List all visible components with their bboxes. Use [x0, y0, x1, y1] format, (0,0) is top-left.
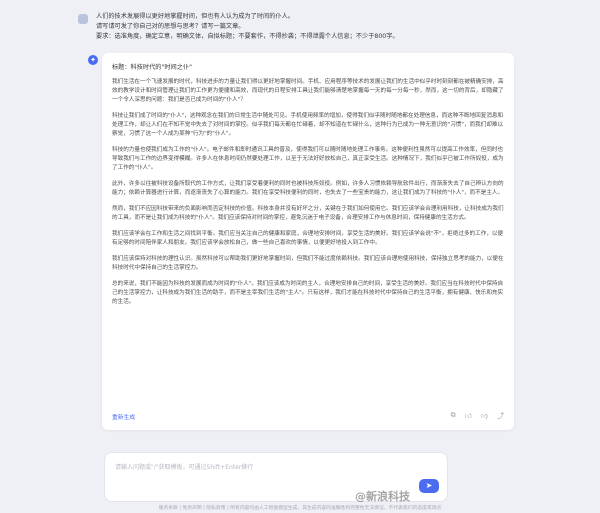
- thumbs-down-icon[interactable]: 👎︎: [481, 411, 488, 421]
- user-message-line: 要求：选准角度，确定立意，明确文体，自拟标题；不要套作，不得抄袭；不得泄露个人信…: [96, 33, 399, 40]
- footer-disclaimer: 服务条款 | 免责声明 | 隐私政策 | 所有内容均由人工智能模型生成，其生成内…: [158, 506, 442, 511]
- answer-actions: ⧉ 👍︎ 👎︎ ⤴: [451, 411, 504, 421]
- answer-paragraph: 我们应该学会在工作和生活之间找到平衡。我们应当关注自己的健康和家庭，合理地安排时…: [112, 231, 504, 246]
- send-button[interactable]: ➤: [419, 479, 439, 493]
- share-icon[interactable]: ⤴: [497, 411, 504, 421]
- answer-title: 标题：科技时代的"时间之仆": [112, 64, 192, 71]
- user-message-line: 人们的技术发展得以更好地掌握时间，但也有人认为成为了时间的仆人。: [96, 13, 294, 20]
- chat-input-placeholder: 请输入问题或"/"获取模板，可通过Shift+Enter换行: [115, 464, 254, 471]
- answer-card: 标题：科技时代的"时间之仆" 我们生活在一个飞速发展的时代，科技进步的力量让我们…: [102, 53, 514, 430]
- answer-body: 标题：科技时代的"时间之仆" 我们生活在一个飞速发展的时代，科技进步的力量让我们…: [112, 63, 504, 314]
- user-message-line: 请写请可发了你自己对的思想与思考？请写一篇文章。: [96, 23, 245, 30]
- watermark: @新浪科技: [355, 490, 410, 503]
- copy-icon[interactable]: ⧉: [451, 411, 456, 421]
- answer-paragraph: 然而，我们不应因科技带来的负面影响而否定科技的价值。科技本身并没有好坏之分，关键…: [112, 206, 504, 221]
- answer-paragraph: 我们应该保持对科技的理性认识。虽然科技可以帮助我们更好地掌握时间，但我们不能过度…: [112, 256, 504, 271]
- answer-footer: 重新生成 ⧉ 👍︎ 👎︎ ⤴: [112, 410, 504, 422]
- assistant-logo-icon: ✦: [88, 55, 98, 65]
- regenerate-button[interactable]: 重新生成: [112, 412, 135, 421]
- user-avatar: [78, 14, 88, 24]
- answer-paragraph: 我们生活在一个飞速发展的时代，科技进步的力量让我们得以更好地掌握时间。手机、应用…: [112, 79, 504, 103]
- user-message: 人们的技术发展得以更好地掌握时间，但也有人认为成为了时间的仆人。 请写请可发了你…: [78, 12, 578, 42]
- user-message-text: 人们的技术发展得以更好地掌握时间，但也有人认为成为了时间的仆人。 请写请可发了你…: [96, 12, 399, 42]
- answer-paragraph: 科技的力量也使我们成为工作的"仆人"。电子邮件和即时通讯工具的普及，使得我们可以…: [112, 147, 504, 171]
- answer-paragraph: 科技让我们成了时间的"仆人"，这种观念在我们的日常生活中随处可见。手机使用频率的…: [112, 113, 504, 137]
- answer-paragraph: 此外，许多以往被科技设备所取代的工作方式，让我们享受着便利的同时也被科技所奴役。…: [112, 181, 504, 196]
- send-icon: ➤: [425, 481, 433, 490]
- answer-paragraph: 总的来说，我们不能因为科技的发展而成为时间的"仆人"。我们应该成为时间的主人，合…: [112, 281, 504, 305]
- thumbs-up-icon[interactable]: 👍︎: [465, 411, 472, 421]
